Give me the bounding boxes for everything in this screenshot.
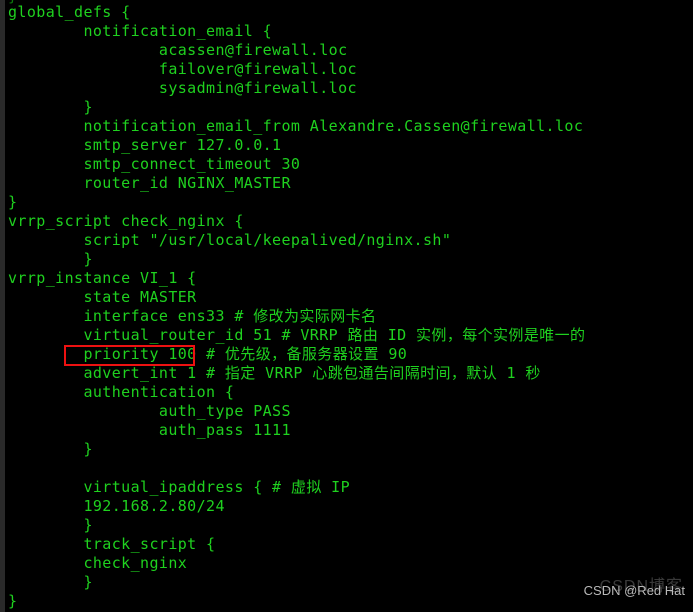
code-line: smtp_connect_timeout 30 bbox=[8, 155, 301, 173]
code-line: } bbox=[8, 516, 93, 534]
code-line: virtual_ipaddress { # 虚拟 IP bbox=[8, 478, 351, 496]
code-line-priority: priority 100 # 优先级，备服务器设置 90 bbox=[8, 345, 408, 363]
code-line: authentication { bbox=[8, 383, 235, 401]
code-line: sysadmin@firewall.loc bbox=[8, 79, 357, 97]
code-line: script "/usr/local/keepalived/nginx.sh" bbox=[8, 231, 452, 249]
code-line: notification_email { bbox=[8, 22, 273, 40]
code-line: } bbox=[8, 193, 18, 211]
code-line: vrrp_script check_nginx { bbox=[8, 212, 244, 230]
watermark-text: CSDN @Red Hat bbox=[583, 583, 685, 598]
code-line: virtual_router_id 51 # VRRP 路由 ID 实例，每个实… bbox=[8, 326, 586, 344]
code-line: track_script { bbox=[8, 535, 216, 553]
code-line: } bbox=[8, 250, 93, 268]
code-line: global_defs { bbox=[8, 3, 131, 21]
code-line: auth_pass 1111 bbox=[8, 421, 291, 439]
code-line: notification_email_from Alexandre.Cassen… bbox=[8, 117, 584, 135]
code-line: smtp_server 127.0.0.1 bbox=[8, 136, 282, 154]
code-line: state MASTER bbox=[8, 288, 197, 306]
code-line: advert_int 1 # 指定 VRRP 心跳包通告间隔时间，默认 1 秒 bbox=[8, 364, 541, 382]
code-line: auth_type PASS bbox=[8, 402, 291, 420]
code-line: 192.168.2.80/24 bbox=[8, 497, 225, 515]
code-line: } bbox=[8, 98, 93, 116]
code-line: check_nginx bbox=[8, 554, 188, 572]
terminal-window: } global_defs { notification_email { aca… bbox=[0, 0, 693, 612]
code-line: vrrp_instance VI_1 { bbox=[8, 269, 197, 287]
code-line: interface ens33 # 修改为实际网卡名 bbox=[8, 307, 377, 325]
code-line: acassen@firewall.loc bbox=[8, 41, 348, 59]
config-file-content[interactable]: global_defs { notification_email { acass… bbox=[5, 3, 693, 611]
code-line: } bbox=[8, 440, 93, 458]
code-line: router_id NGINX_MASTER bbox=[8, 174, 291, 192]
code-line: failover@firewall.loc bbox=[8, 60, 357, 78]
